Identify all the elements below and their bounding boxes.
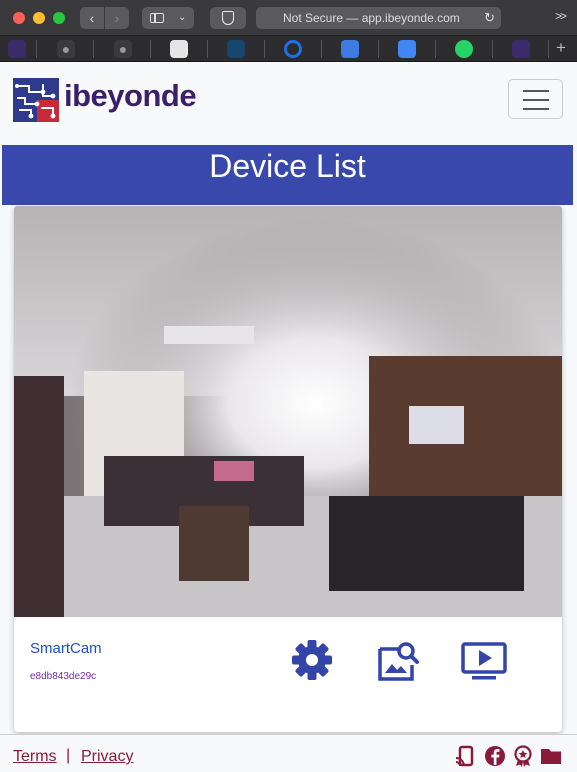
sidebar-toggle-button[interactable]: ⌄ [142, 7, 194, 29]
favorite-ring-icon[interactable] [284, 40, 302, 58]
folder-icon[interactable] [540, 745, 562, 767]
favorites-divider [36, 40, 37, 58]
back-button[interactable]: ‹ [80, 7, 104, 29]
hamburger-icon [523, 90, 549, 92]
close-window-button[interactable] [13, 12, 25, 24]
favorite-apple-icon[interactable]: ● [114, 40, 132, 58]
shield-icon [222, 11, 234, 25]
live-view-icon[interactable] [460, 639, 508, 683]
reload-icon[interactable]: ↻ [484, 7, 495, 29]
favorites-divider [492, 40, 493, 58]
device-id: e8db843de29c [30, 671, 97, 682]
privacy-link[interactable]: Privacy [81, 748, 133, 766]
menu-toggle-button[interactable] [508, 79, 563, 119]
favorite-gsuite-icon[interactable] [341, 40, 359, 58]
hamburger-icon [523, 99, 549, 101]
plus-icon: + [556, 38, 566, 57]
favorites-divider [150, 40, 151, 58]
favorite-whatsapp-icon[interactable] [455, 40, 473, 58]
web-page: ibeyonde Device List SmartCam e8db843de2… [0, 62, 577, 772]
favorite-ibeyonde-icon[interactable] [8, 40, 26, 58]
camera-snapshot[interactable] [14, 206, 562, 617]
chevron-left-icon: ‹ [89, 10, 95, 26]
favorites-divider [378, 40, 379, 58]
favorites-divider [93, 40, 94, 58]
favorites-divider [548, 40, 549, 58]
chevron-down-icon: ⌄ [178, 12, 187, 23]
favorite-ibeyonde-icon[interactable] [512, 40, 530, 58]
minimize-window-button[interactable] [33, 12, 45, 24]
favorite-docs-icon[interactable] [398, 40, 416, 58]
address-bar[interactable]: Not Secure — app.ibeyonde.com ↻ [256, 7, 501, 29]
settings-icon[interactable] [291, 639, 333, 681]
favorites-divider [321, 40, 322, 58]
favorites-divider [207, 40, 208, 58]
forward-button[interactable]: › [105, 7, 129, 29]
device-name[interactable]: SmartCam [30, 640, 102, 657]
add-favorite-button[interactable]: + [556, 38, 566, 58]
browser-window: ‹ › ⌄ Not Secure — app.ibeyonde.com ↻ >>… [0, 0, 577, 772]
hamburger-icon [523, 108, 549, 110]
device-card: SmartCam e8db843de29c [14, 206, 562, 732]
favorite-apple-icon[interactable]: ● [57, 40, 75, 58]
favorite-apple-dev-icon[interactable] [170, 40, 188, 58]
footer: Terms | Privacy [0, 734, 577, 772]
favorite-blue-app-icon[interactable] [227, 40, 245, 58]
terms-link[interactable]: Terms [13, 748, 57, 766]
image-search-icon[interactable] [376, 639, 420, 683]
sidebar-icon [150, 13, 164, 23]
chevron-right-icon: › [114, 10, 120, 26]
browser-toolbar: ‹ › ⌄ Not Secure — app.ibeyonde.com ↻ >> [0, 0, 577, 36]
overflow-icon: >> [555, 9, 567, 23]
favorites-divider [435, 40, 436, 58]
brand-name[interactable]: ibeyonde [64, 78, 197, 114]
favorites-divider [264, 40, 265, 58]
page-title: Device List [2, 145, 573, 205]
url-text: Not Secure — app.ibeyonde.com [283, 11, 460, 25]
award-icon[interactable] [512, 745, 534, 767]
zoom-window-button[interactable] [53, 12, 65, 24]
ibeyonde-logo-icon[interactable] [13, 78, 59, 122]
privacy-report-button[interactable] [210, 7, 246, 29]
facebook-icon[interactable] [484, 745, 506, 767]
favorites-bar: ● ● + [0, 36, 577, 62]
footer-separator: | [66, 747, 71, 764]
toolbar-overflow-button[interactable]: >> [555, 9, 567, 23]
cast-icon[interactable] [455, 745, 477, 767]
